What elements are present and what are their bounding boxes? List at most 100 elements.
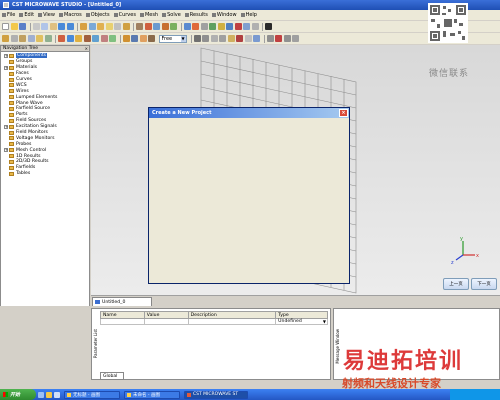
zoom-fit-icon[interactable] [83, 35, 91, 42]
redo-icon[interactable] [66, 23, 74, 30]
expand-icon[interactable]: + [4, 124, 8, 129]
mesh-icon[interactable] [183, 23, 191, 30]
header-value[interactable]: Value [143, 311, 189, 319]
menu-solve[interactable]: Solve [162, 12, 181, 18]
menu-view[interactable]: View [38, 12, 55, 18]
pick-face-icon[interactable] [210, 35, 218, 42]
view-bottom-icon[interactable] [44, 35, 52, 42]
quicklaunch-desktop-icon[interactable] [54, 391, 60, 398]
next-page-button[interactable]: 下一页 [471, 278, 497, 290]
previous-page-button[interactable]: 上一页 [443, 278, 469, 290]
wcs-icon[interactable] [122, 35, 130, 42]
menu-help[interactable]: Help [240, 12, 257, 18]
view-back-icon[interactable] [10, 35, 18, 42]
curve-icon[interactable] [283, 35, 291, 42]
parameter-icon[interactable] [251, 23, 259, 30]
save-icon[interactable] [19, 23, 26, 30]
menu-mesh[interactable]: Mesh [139, 12, 158, 18]
clear-picks-icon[interactable] [236, 35, 243, 42]
monitor-icon[interactable] [209, 23, 216, 30]
shade-icon[interactable] [92, 35, 99, 42]
pick-icon[interactable] [161, 23, 169, 30]
close-icon[interactable]: × [339, 109, 348, 117]
task-cst[interactable]: CST MICROWAVE ST [184, 390, 248, 399]
tab-global[interactable]: Global [100, 372, 124, 380]
torus-icon[interactable] [114, 23, 121, 30]
boolean-intersect-icon[interactable] [153, 23, 160, 30]
zoom-icon[interactable] [75, 35, 82, 42]
copy-icon[interactable] [41, 23, 48, 30]
menu-objects[interactable]: Objects [85, 12, 110, 18]
cell-name[interactable] [100, 318, 145, 325]
results-icon[interactable] [243, 23, 250, 30]
line-icon[interactable] [266, 35, 274, 42]
brick-icon[interactable] [80, 23, 87, 30]
header-type[interactable]: Type [275, 311, 328, 319]
wechat-watermark: 微信联系 [429, 69, 470, 79]
delete-icon[interactable] [275, 35, 282, 42]
expand-icon[interactable]: + [4, 53, 8, 58]
units-icon[interactable] [226, 23, 233, 30]
table-row[interactable]: Undefined ▼ [100, 318, 328, 325]
menu-file[interactable]: File [2, 12, 15, 18]
task-paint-1[interactable]: 无标题 - 画图 [64, 390, 120, 399]
wcs-align-icon[interactable] [139, 35, 147, 42]
task-paint-2[interactable]: 未命名 - 画图 [124, 390, 180, 399]
view-front-icon[interactable] [2, 35, 9, 42]
menu-edit[interactable]: Edit [19, 12, 34, 18]
view-top-icon[interactable] [36, 35, 43, 42]
boundary-icon[interactable] [217, 23, 225, 30]
help-icon[interactable] [265, 23, 272, 30]
view-right-icon[interactable] [27, 35, 35, 42]
undo-icon[interactable] [58, 23, 65, 30]
wcs-move-icon[interactable] [148, 35, 155, 42]
new-icon[interactable] [2, 23, 9, 30]
cone-icon[interactable] [105, 23, 113, 30]
pick-mid-icon[interactable] [227, 35, 235, 42]
start-solver-icon[interactable] [234, 23, 242, 30]
cell-description[interactable] [187, 318, 277, 325]
close-icon[interactable]: × [85, 46, 89, 51]
rotate-icon[interactable] [58, 35, 65, 42]
nav-item-tables[interactable]: Tables [1, 171, 89, 177]
pick-center-icon[interactable] [219, 35, 226, 42]
expand-icon[interactable]: + [4, 148, 8, 153]
wireframe-icon[interactable] [100, 35, 108, 42]
header-name[interactable]: Name [100, 311, 145, 319]
ports-icon[interactable] [200, 23, 208, 30]
quicklaunch-ie-icon[interactable] [38, 391, 44, 398]
pan-icon[interactable] [66, 35, 74, 42]
menu-window[interactable]: Window [211, 12, 237, 18]
start-button[interactable]: 开始 [0, 389, 36, 400]
menu-macros[interactable]: Macros [58, 12, 82, 18]
paste-icon[interactable] [49, 23, 57, 30]
polygon-icon[interactable] [292, 35, 299, 42]
sphere-icon[interactable] [88, 23, 96, 30]
boolean-subtract-icon[interactable] [144, 23, 152, 30]
menu-results[interactable]: Results [184, 12, 208, 18]
dialog-titlebar[interactable]: Create a New Project × [149, 108, 349, 118]
extrude-icon[interactable] [122, 23, 130, 30]
chevron-down-icon[interactable]: ▼ [323, 319, 327, 324]
transparency-icon[interactable] [109, 35, 116, 42]
boolean-add-icon[interactable] [136, 23, 143, 30]
cylinder-icon[interactable] [97, 23, 104, 30]
tab-untitled[interactable]: Untitled_0 [92, 297, 152, 306]
menu-curves[interactable]: Curves [113, 12, 136, 18]
solver-icon[interactable] [192, 23, 199, 30]
measure-icon[interactable] [244, 35, 252, 42]
cell-type[interactable]: Undefined ▼ [275, 318, 328, 325]
pick-edge-icon[interactable] [202, 35, 209, 42]
cut-icon[interactable] [32, 23, 40, 30]
expand-icon[interactable]: + [4, 65, 8, 70]
view-mode-combo[interactable]: Free ▼ [158, 34, 187, 43]
view-left-icon[interactable] [19, 35, 26, 42]
wcs-local-icon[interactable] [131, 35, 138, 42]
open-icon[interactable] [10, 23, 18, 30]
pick-point-icon[interactable] [193, 35, 201, 42]
ruler-icon[interactable] [253, 35, 260, 42]
quicklaunch-folder-icon[interactable] [46, 391, 52, 398]
transform-icon[interactable] [170, 23, 177, 30]
cell-value[interactable] [143, 318, 189, 325]
header-description[interactable]: Description [187, 311, 277, 319]
